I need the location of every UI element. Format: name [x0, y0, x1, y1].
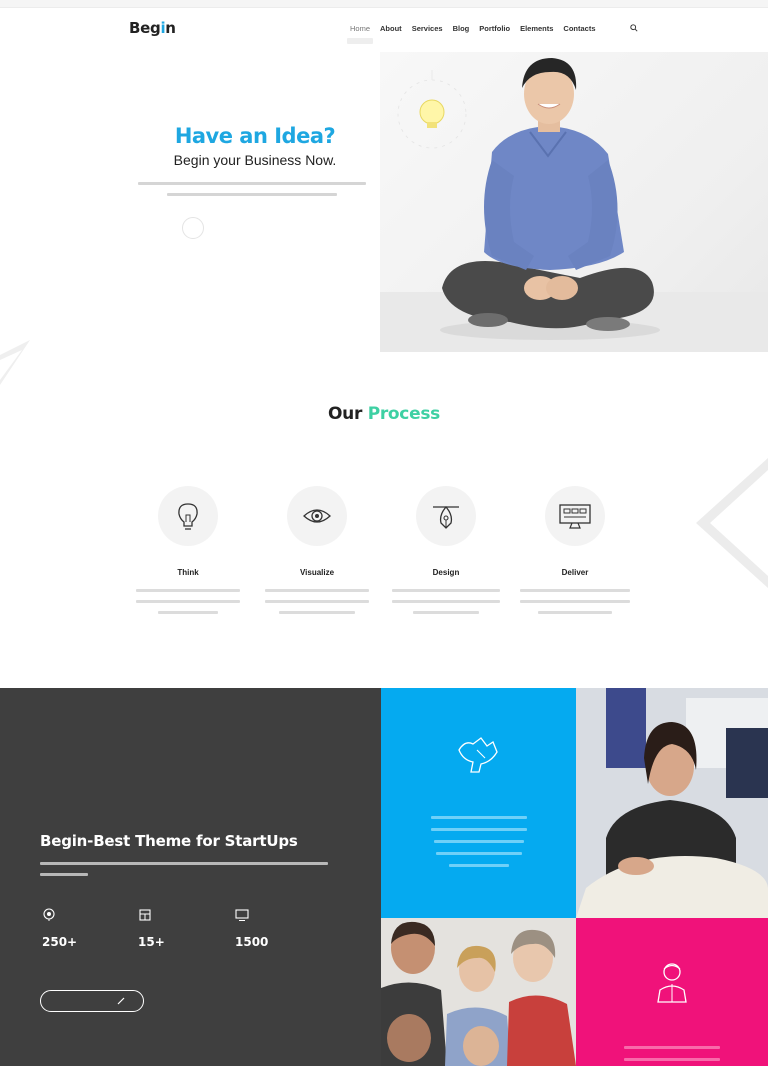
hero-video-button[interactable] — [182, 217, 282, 239]
nav-item-about[interactable]: About — [380, 24, 402, 33]
nav-item-services[interactable]: Services — [412, 24, 443, 33]
process-step-name: Deliver — [561, 568, 589, 577]
lightbulb-icon — [178, 503, 198, 530]
briefcase-icon — [139, 909, 151, 921]
process-step-name: Think — [177, 568, 199, 577]
hero-person-image — [440, 58, 660, 340]
process-step-visualize: Visualize — [257, 486, 377, 622]
process-title: Our Process — [328, 404, 440, 424]
stat-number: 15+ — [138, 935, 165, 949]
nav-item-elements[interactable]: Elements — [520, 24, 553, 33]
stat-item: 1500 — [235, 908, 325, 952]
about-title: Begin-Best Theme for StartUps — [40, 832, 298, 850]
about-description-placeholder — [40, 862, 330, 884]
eye-icon — [303, 509, 331, 523]
feature-panel-pink — [576, 918, 768, 1066]
pen-nib-icon — [433, 506, 459, 529]
search-icon[interactable] — [630, 24, 638, 32]
process-step-design: Design — [386, 486, 506, 622]
process-step-deliver: Deliver — [515, 486, 635, 622]
hero-description-placeholder — [136, 182, 368, 204]
feature-text-placeholder — [624, 1046, 720, 1066]
nav-item-blog[interactable]: Blog — [453, 24, 470, 33]
nav-item-contacts[interactable]: Contacts — [563, 24, 595, 33]
process-step-name: Visualize — [299, 568, 335, 577]
stat-item: 15+ — [138, 908, 228, 952]
user-profile-icon — [657, 963, 687, 1003]
nav-item-home[interactable]: Home — [346, 24, 374, 44]
stat-number: 1500 — [235, 935, 269, 949]
process-step-text-placeholder — [386, 589, 506, 614]
about-panel: Begin-Best Theme for StartUps 250+ 15+ 1… — [0, 688, 381, 1066]
monitor-icon — [235, 909, 249, 921]
feature-text-placeholder — [431, 816, 527, 876]
site-logo[interactable]: Begin — [129, 19, 176, 37]
site-header: Begin Home About Services Blog Portfolio… — [0, 8, 768, 52]
stat-number: 250+ — [42, 935, 78, 949]
hand-gesture-icon — [458, 737, 498, 773]
monitor-icon — [559, 504, 591, 529]
process-step-text-placeholder — [128, 589, 248, 614]
process-step-text-placeholder — [257, 589, 377, 614]
top-bar — [0, 0, 768, 8]
hero-title: Have an Idea? — [174, 124, 336, 148]
decorative-triangle — [0, 340, 30, 385]
stat-item: 250+ — [42, 908, 132, 952]
nav-item-portfolio[interactable]: Portfolio — [479, 24, 510, 33]
main-nav: Home About Services Blog Portfolio Eleme… — [346, 24, 638, 44]
read-more-button[interactable] — [40, 990, 144, 1012]
process-icon-circle — [416, 486, 476, 546]
hero-section: Have an Idea? Begin your Business Now. — [0, 52, 768, 362]
hero-subtitle: Begin your Business Now. — [173, 152, 337, 168]
trophy-icon — [43, 908, 55, 921]
team-photo-woman — [576, 688, 768, 918]
process-step-text-placeholder — [515, 589, 635, 614]
pencil-icon — [117, 997, 125, 1005]
team-photo-group — [381, 918, 576, 1066]
play-icon[interactable] — [182, 217, 204, 239]
feature-panel-blue — [381, 688, 576, 918]
process-icon-circle — [287, 486, 347, 546]
decorative-chevron — [696, 458, 768, 588]
process-step-name: Design — [432, 568, 460, 577]
process-icon-circle — [158, 486, 218, 546]
process-step-think: Think — [128, 486, 248, 622]
process-icon-circle — [545, 486, 605, 546]
